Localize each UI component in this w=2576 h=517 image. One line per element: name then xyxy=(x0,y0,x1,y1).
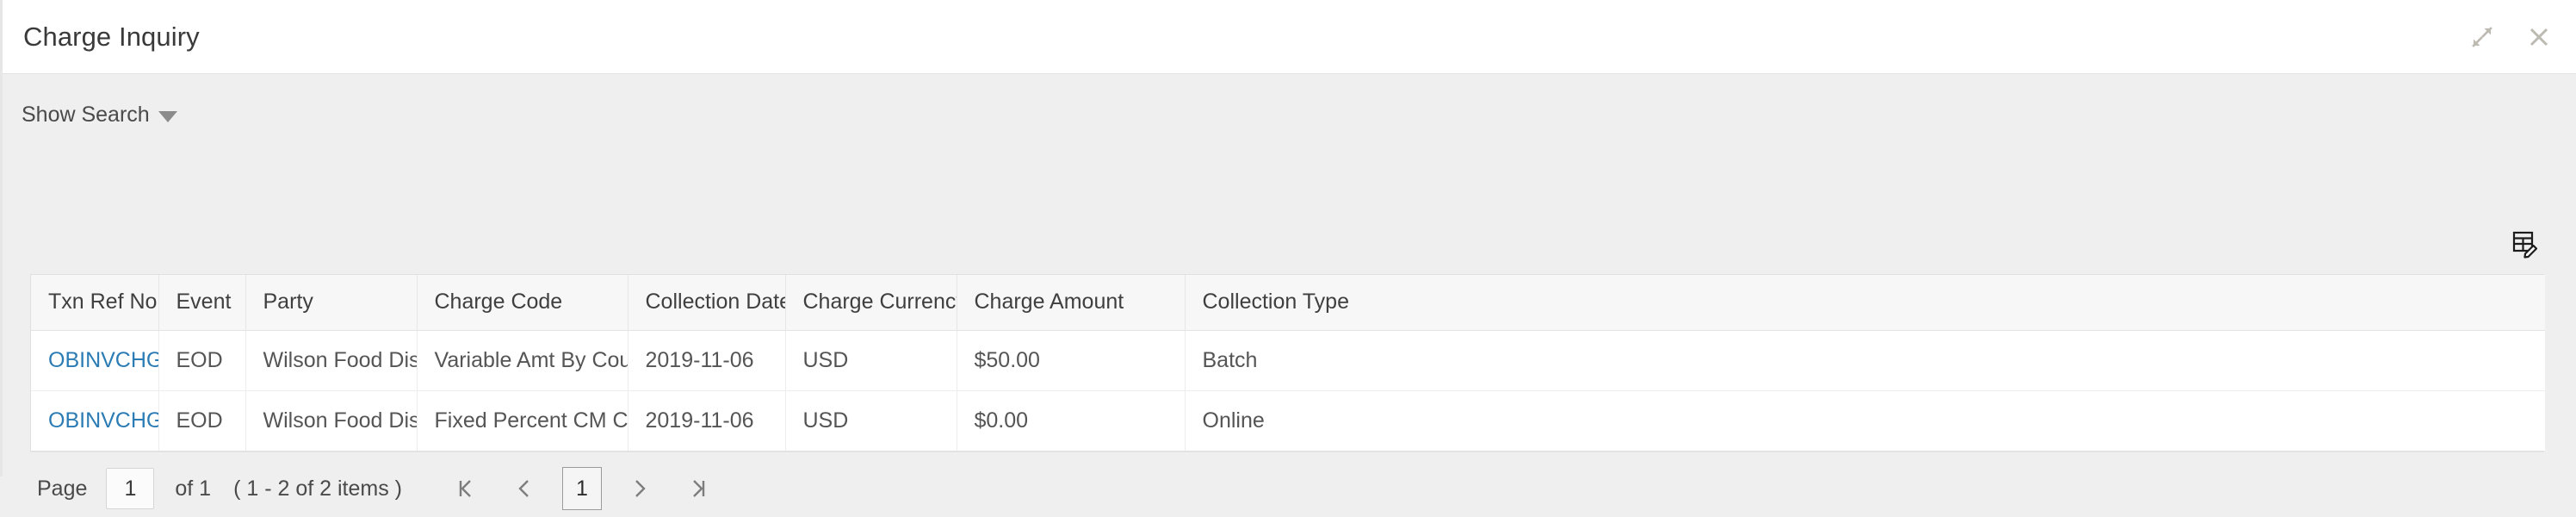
show-search-toggle[interactable]: Show Search xyxy=(22,103,177,128)
column-header-charge-amount[interactable]: Charge Amount xyxy=(957,275,1186,331)
page-title: Charge Inquiry xyxy=(23,21,200,52)
pagination-items-label: ( 1 - 2 of 2 items ) xyxy=(233,476,402,501)
pagination-of-label: of 1 xyxy=(175,476,212,501)
cell-collection-type: Batch xyxy=(1185,330,2545,391)
txn-ref-no-link[interactable]: OBINVCHG1329 xyxy=(48,348,158,372)
charge-inquiry-window: Charge Inquiry Show Search Txn Ref No. E… xyxy=(0,0,2576,510)
table-header-row: Txn Ref No. Event Party Charge Code Coll… xyxy=(31,275,2545,331)
table-row[interactable]: OBINVCHG1329 EOD Wilson Food Dist LLC Fi… xyxy=(31,390,2545,451)
table-edit-icon[interactable] xyxy=(2507,226,2543,262)
cell-txn-ref-no: OBINVCHG1329 xyxy=(31,330,159,391)
cell-charge-code: Variable Amt By Count CM xyxy=(417,330,629,391)
column-header-charge-code[interactable]: Charge Code xyxy=(417,275,629,331)
cell-collection-date: 2019-11-06 xyxy=(628,390,786,451)
cell-charge-code: Fixed Percent CM Charge xyxy=(417,390,629,451)
table-row[interactable]: OBINVCHG1329 EOD Wilson Food Dist LLC Va… xyxy=(31,330,2545,391)
last-page-icon[interactable] xyxy=(674,468,722,509)
pagination-page-input[interactable] xyxy=(106,468,155,509)
cell-event: EOD xyxy=(158,390,246,451)
charges-table: Txn Ref No. Event Party Charge Code Coll… xyxy=(30,274,2545,452)
cell-collection-date: 2019-11-06 xyxy=(628,330,786,391)
pagination-page-label: Page xyxy=(37,476,88,501)
chevron-down-icon xyxy=(158,111,177,122)
pagination-current-page[interactable]: 1 xyxy=(561,467,602,510)
pagination: Page of 1 ( 1 - 2 of 2 items ) xyxy=(30,460,2544,517)
prev-page-icon[interactable] xyxy=(500,468,548,509)
column-header-collection-date[interactable]: Collection Date xyxy=(628,275,786,331)
window-titlebar: Charge Inquiry xyxy=(3,0,2576,74)
cell-txn-ref-no: OBINVCHG1329 xyxy=(31,390,159,451)
next-page-icon[interactable] xyxy=(616,468,664,509)
first-page-icon[interactable] xyxy=(442,468,490,509)
minimize-icon[interactable] xyxy=(2469,24,2495,50)
cell-party: Wilson Food Dist LLC xyxy=(245,330,418,391)
cell-charge-amount: $0.00 xyxy=(957,390,1186,451)
column-header-collection-type[interactable]: Collection Type xyxy=(1185,275,2545,331)
txn-ref-no-link[interactable]: OBINVCHG1329 xyxy=(48,408,158,433)
window-body: Show Search Txn Ref No. Event Party Char… xyxy=(3,74,2576,510)
column-header-charge-currency[interactable]: Charge Currency xyxy=(785,275,957,331)
show-search-label: Show Search xyxy=(22,103,150,127)
close-icon[interactable] xyxy=(2526,24,2552,50)
cell-collection-type: Online xyxy=(1185,390,2545,451)
cell-event: EOD xyxy=(158,330,246,391)
window-actions xyxy=(2469,0,2552,74)
column-header-event[interactable]: Event xyxy=(158,275,246,331)
cell-charge-currency: USD xyxy=(785,330,957,391)
pagination-nav: 1 xyxy=(437,467,728,510)
column-header-txn-ref-no[interactable]: Txn Ref No. xyxy=(31,275,159,331)
cell-charge-currency: USD xyxy=(785,390,957,451)
cell-party: Wilson Food Dist LLC xyxy=(245,390,418,451)
cell-charge-amount: $50.00 xyxy=(957,330,1186,391)
column-header-party[interactable]: Party xyxy=(245,275,418,331)
